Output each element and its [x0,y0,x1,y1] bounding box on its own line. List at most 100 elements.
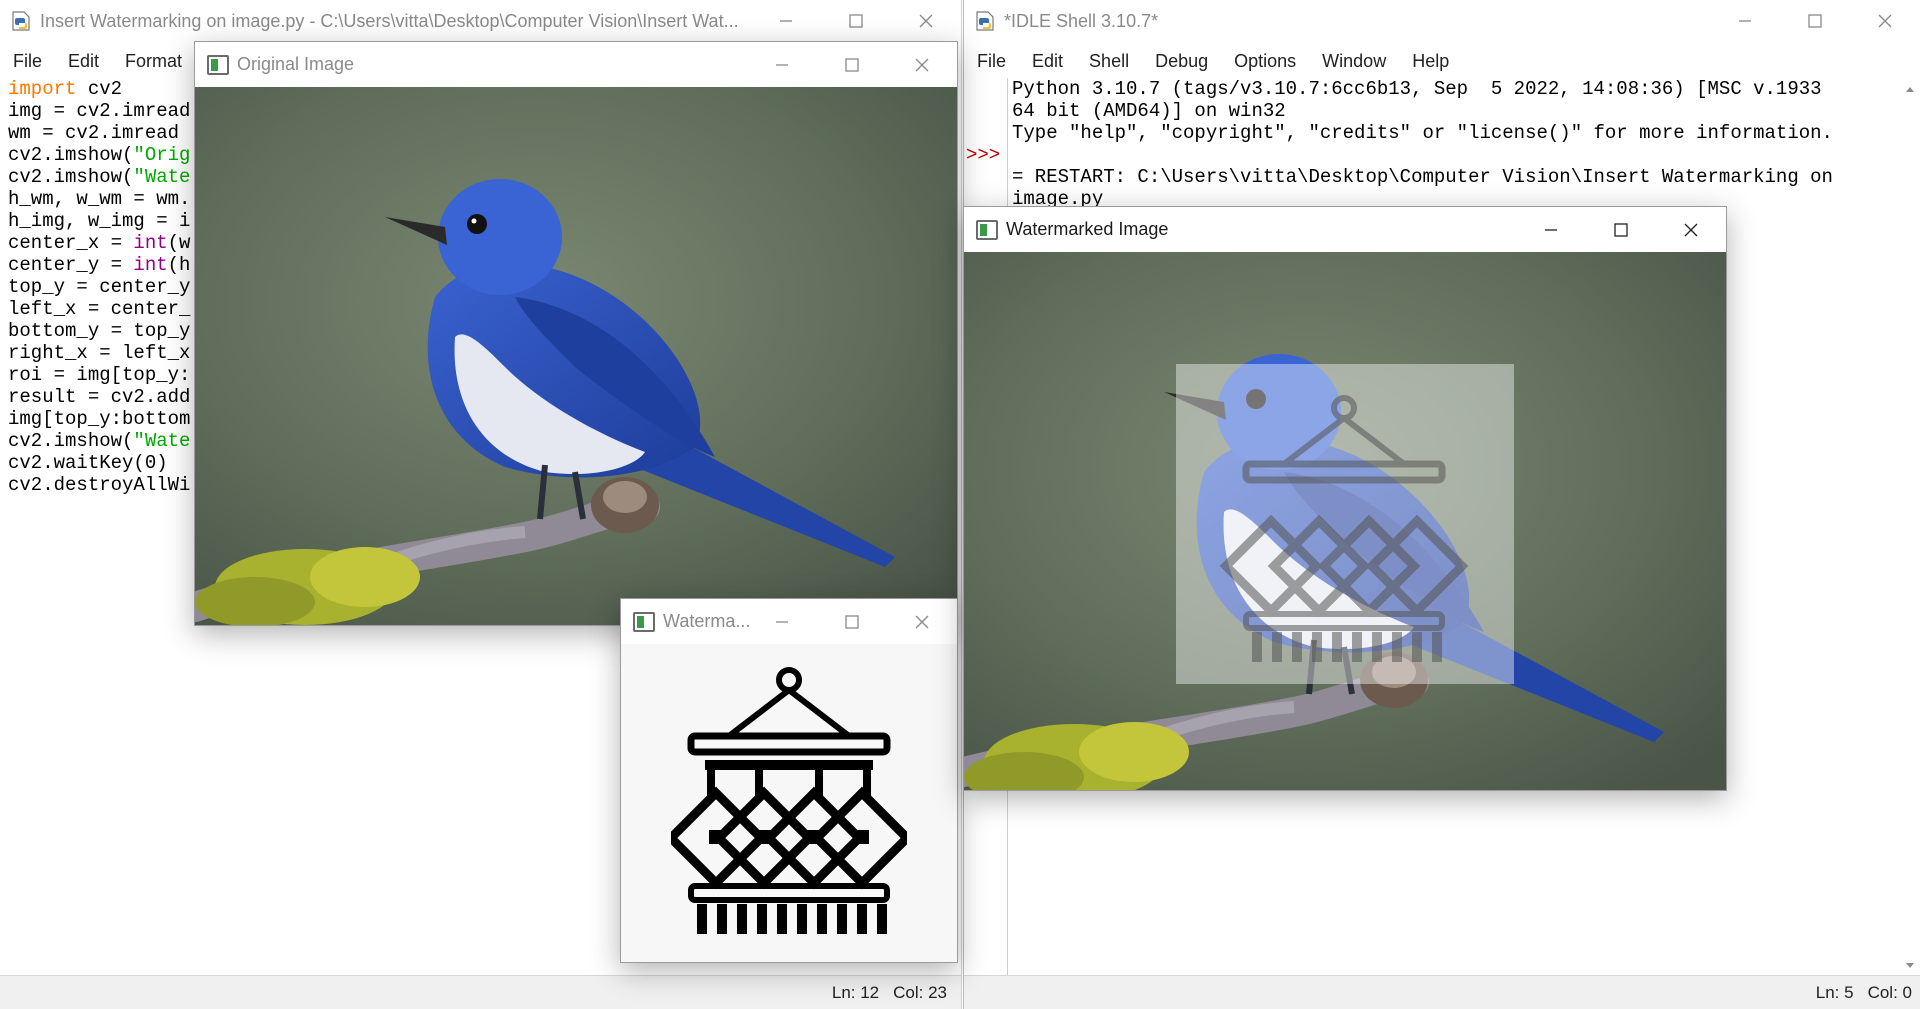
minimize-button[interactable] [747,42,817,87]
watermark-image [621,644,957,962]
code-token: cv2 [76,78,123,100]
original-image-window[interactable]: Original Image [194,41,958,626]
menu-file[interactable]: File [964,51,1019,72]
watermarked-image-titlebar[interactable]: Watermarked Image [964,207,1726,252]
code-token: import [8,78,77,100]
watermark-overlay [1176,364,1514,684]
minimize-button[interactable] [1710,0,1780,42]
maximize-button[interactable] [821,0,891,42]
macrame-watermark-icon [671,667,907,934]
shell-scrollbar[interactable] [1900,80,1920,975]
status-col: Col: 23 [893,982,947,1002]
code-token: roi = img[top_y: [8,364,191,386]
shell-title: *IDLE Shell 3.10.7* [1004,10,1159,31]
maximize-button[interactable] [817,599,887,644]
code-token: h_wm, w_wm = wm. [8,188,191,210]
original-image-title: Original Image [237,54,355,74]
maximize-icon [849,14,863,28]
menu-debug[interactable]: Debug [1142,51,1221,72]
code-token: center_x = [8,232,134,254]
maximize-button[interactable] [1780,0,1850,42]
watermarked-image-window[interactable]: Watermarked Image [963,206,1727,791]
code-token: left_x = center_ [8,298,191,320]
close-button[interactable] [891,0,961,42]
close-icon [915,58,929,71]
code-token: (w [167,232,191,254]
close-icon [919,14,933,28]
code-token: right_x = left_x [8,342,191,364]
watermark-titlebar[interactable]: Waterma... [621,599,957,644]
maximize-icon [845,614,859,629]
scroll-up-arrow-icon[interactable] [1905,84,1915,94]
menu-edit[interactable]: Edit [55,51,112,72]
scroll-down-arrow-icon[interactable] [1905,961,1915,971]
shell-output-line: 64 bit (AMD64)] on win32 [1012,100,1286,122]
shell-output-line: Type "help", "copyright", "credits" or "… [1012,122,1833,144]
code-token: cv2.destroyAllWi [8,474,191,496]
minimize-icon [776,63,788,66]
minimize-icon [776,620,788,623]
menu-shell[interactable]: Shell [1076,51,1142,72]
shell-statusbar: Ln: 5 Col: 0 [964,975,1920,1009]
code-token: img = cv2.imread [8,100,191,122]
editor-titlebar[interactable]: Insert Watermarking on image.py - C:\Use… [0,0,961,42]
menu-options[interactable]: Options [1221,51,1309,72]
code-token: "Orig [133,144,191,166]
editor-title: Insert Watermarking on image.py - C:\Use… [40,10,739,31]
code-token: cv2.waitKey(0) [8,452,168,474]
close-button[interactable] [1850,0,1920,42]
code-token: img[top_y:bottom [8,408,191,430]
menu-help[interactable]: Help [1399,51,1462,72]
close-button[interactable] [887,42,957,87]
watermark-title: Waterma... [663,611,751,631]
code-token: top_y = center_y [8,276,191,298]
close-icon [1684,223,1698,236]
watermark-window[interactable]: Waterma... [620,598,958,963]
code-token: "Wate [133,430,191,452]
opencv-window-icon [633,611,655,632]
code-token: cv2.imshow( [8,430,134,452]
minimize-icon [1545,228,1557,231]
code-token: result = cv2.add [8,386,191,408]
code-token: bottom_y = top_y [8,320,191,342]
opencv-window-icon [207,54,229,75]
code-token: int [133,232,168,254]
code-token: center_y = [8,254,134,276]
code-token: cv2.imshow( [8,166,134,188]
minimize-button[interactable] [751,0,821,42]
shell-titlebar[interactable]: *IDLE Shell 3.10.7* [964,0,1920,42]
original-image [195,87,957,625]
minimize-icon [1739,20,1751,22]
code-token: int [133,254,168,276]
minimize-button[interactable] [1516,207,1586,252]
menu-file[interactable]: File [0,51,55,72]
maximize-button[interactable] [817,42,887,87]
maximize-icon [1614,222,1628,237]
shell-output-line [1012,144,1882,166]
close-icon [1878,14,1892,28]
bird-photo [195,87,957,625]
close-icon [915,615,929,628]
minimize-button[interactable] [747,599,817,644]
close-button[interactable] [1656,207,1726,252]
minimize-icon [780,20,792,22]
editor-statusbar: Ln: 12 Col: 23 [0,975,961,1009]
maximize-icon [1808,14,1822,28]
python-file-icon [976,11,994,31]
python-file-icon [12,11,30,31]
code-token: h_img, w_img = i [8,210,191,232]
watermarked-bird-photo [964,252,1726,790]
status-col: Col: 0 [1867,982,1912,1002]
watermarked-image-title: Watermarked Image [1006,219,1169,239]
maximize-button[interactable] [1586,207,1656,252]
shell-output-line: = RESTART: C:\Users\vitta\Desktop\Comput… [1012,166,1833,188]
code-token: (h [167,254,191,276]
close-button[interactable] [887,599,957,644]
menu-window[interactable]: Window [1309,51,1399,72]
original-image-titlebar[interactable]: Original Image [195,42,957,87]
code-token: "Wate [133,166,191,188]
shell-menubar: File Edit Shell Debug Options Window Hel… [964,42,1920,80]
watermarked-image [964,252,1726,790]
menu-edit[interactable]: Edit [1019,51,1076,72]
menu-format[interactable]: Format [112,51,195,72]
